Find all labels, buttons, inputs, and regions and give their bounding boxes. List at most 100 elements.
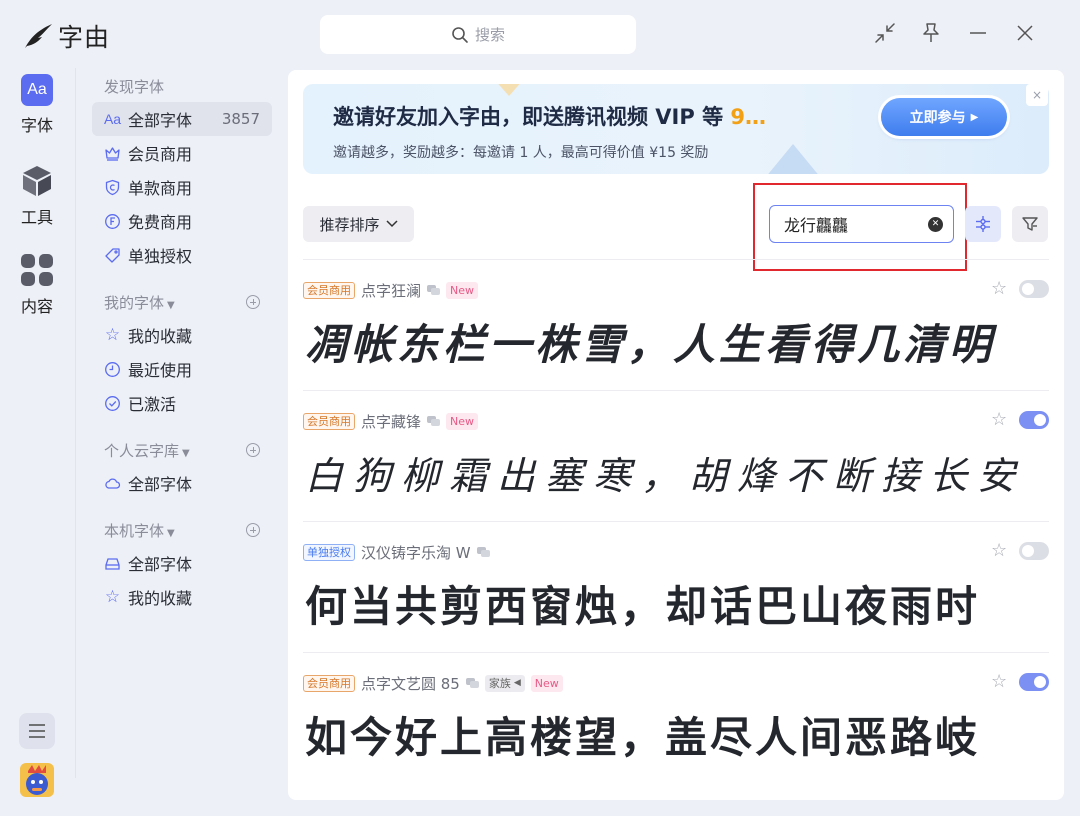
favorite-star-icon[interactable]: ☆ — [991, 409, 1007, 430]
app-name: 字由 — [58, 23, 111, 52]
sidebar-item-local-all[interactable]: 全部字体 — [92, 546, 272, 580]
sidebar-item-single-license[interactable]: 单款商用 — [92, 170, 272, 204]
caret-down-icon: ▼ — [167, 527, 175, 539]
close-window-button[interactable] — [1012, 20, 1038, 46]
add-icon[interactable] — [246, 523, 260, 537]
drive-icon — [105, 557, 120, 570]
sidebar-item-label: 已激活 — [128, 395, 177, 414]
invite-banner[interactable]: 邀请好友加入字由，即送腾讯视频 VIP 等 9… 邀请越多，奖励越多：每邀请 1… — [303, 84, 1049, 174]
play-triangle-icon: ▶ — [970, 111, 979, 123]
sidebar: 发现字体 Aa 全部字体 3857 会员商用 单款商用 免费商用 单独授权 我的… — [92, 70, 272, 614]
rail-tools[interactable]: 工具 — [12, 164, 62, 228]
cloud-icon — [105, 477, 121, 489]
sidebar-item-free[interactable]: 免费商用 — [92, 204, 272, 238]
clear-search-icon[interactable]: ✕ — [928, 216, 943, 232]
caret-down-icon: ▼ — [167, 299, 175, 311]
main-panel: 邀请好友加入字由，即送腾讯视频 VIP 等 9… 邀请越多，奖励越多：每邀请 1… — [288, 70, 1064, 800]
pin-button[interactable] — [918, 20, 944, 46]
sidebar-item-vip[interactable]: 会员商用 — [92, 136, 272, 170]
font-meta: 会员商用 点字藏锋 New — [303, 411, 479, 432]
minimize-icon — [970, 32, 986, 34]
favorite-star-icon[interactable]: ☆ — [991, 540, 1007, 561]
favorite-star-icon[interactable]: ☆ — [991, 671, 1007, 692]
sidebar-item-recent[interactable]: 最近使用 — [92, 352, 272, 386]
family-badge[interactable]: 家族 ◀ — [484, 675, 525, 692]
rail-content[interactable]: 内容 — [12, 253, 62, 317]
font-preview: 何当共剪西窗烛，却话巴山夜雨时 — [305, 582, 981, 631]
menu-button[interactable] — [19, 713, 55, 749]
sidebar-item-label: 全部字体 — [128, 475, 193, 494]
app-logo: 字由 — [22, 18, 110, 54]
font-name[interactable]: 点字狂澜 — [361, 280, 421, 301]
star-icon: ☆ — [104, 325, 121, 345]
font-name[interactable]: 点字藏锋 — [361, 411, 421, 432]
user-avatar[interactable] — [20, 763, 54, 797]
minimize-button[interactable] — [965, 20, 991, 46]
rail-label: 工具 — [20, 208, 53, 227]
font-list: 会员商用 点字狂澜 New ☆ 凋帐东栏一株雪，人生看得几清明 会员商用 点字藏… — [303, 259, 1049, 783]
sidebar-item-activated[interactable]: 已激活 — [92, 386, 272, 420]
banner-close-button[interactable]: × — [1026, 84, 1048, 106]
sort-label: 推荐排序 — [319, 215, 380, 234]
activate-toggle[interactable] — [1019, 542, 1049, 560]
check-circle-icon — [105, 395, 120, 411]
title-bar: 字由 搜索 — [0, 0, 1080, 68]
sidebar-item-label: 免费商用 — [128, 213, 193, 232]
filter-button[interactable] — [1012, 206, 1048, 242]
font-name[interactable]: 汉仪铸字乐淘 W — [361, 542, 471, 563]
sort-dropdown[interactable]: 推荐排序 — [303, 206, 414, 242]
favorite-star-icon[interactable]: ☆ — [991, 278, 1007, 299]
license-tag: 单独授权 — [303, 544, 355, 561]
banner-decoration — [493, 84, 525, 96]
activate-toggle[interactable] — [1019, 673, 1049, 691]
sidebar-item-label: 全部字体 — [128, 111, 193, 130]
sidebar-item-label: 最近使用 — [128, 361, 193, 380]
activate-toggle[interactable] — [1019, 411, 1049, 429]
quill-icon — [25, 24, 52, 48]
sidebar-item-label: 单款商用 — [128, 179, 193, 198]
sidebar-item-local-favorites[interactable]: ☆ 我的收藏 — [92, 580, 272, 614]
section-title: 发现字体 — [104, 77, 165, 96]
section-title: 本机字体 — [104, 521, 165, 540]
font-preview: 白狗柳霜出塞寒，胡烽不断接长安 — [305, 454, 1026, 498]
adjust-settings-button[interactable] — [965, 206, 1001, 242]
new-badge: New — [446, 282, 479, 299]
section-cloud[interactable]: 个人云字库 ▼ — [92, 434, 272, 466]
section-title: 个人云字库 — [104, 441, 180, 460]
font-search-input[interactable]: 龙行龘龘 ✕ — [769, 205, 954, 243]
shrink-icon — [875, 23, 895, 43]
search-placeholder: 搜索 — [474, 26, 505, 44]
font-preview: 如今好上高楼望，盖尽人间恶路岐 — [305, 713, 981, 762]
rail-fonts[interactable]: Aa 字体 — [12, 74, 62, 136]
font-row[interactable]: 会员商用 点字文艺圆 85 家族 ◀ New ☆ 如今好上高楼望，盖尽人间恶路岐 — [303, 652, 1049, 783]
global-search[interactable]: 搜索 — [320, 15, 636, 54]
clock-icon — [105, 361, 120, 377]
add-icon[interactable] — [246, 295, 260, 309]
sidebar-item-favorites[interactable]: ☆ 我的收藏 — [92, 318, 272, 352]
section-local[interactable]: 本机字体 ▼ — [92, 514, 272, 546]
sidebar-item-label: 我的收藏 — [128, 589, 193, 608]
sidebar-item-exclusive[interactable]: 单独授权 — [92, 238, 272, 272]
compact-mode-button[interactable] — [872, 20, 898, 46]
sidebar-item-all-fonts[interactable]: Aa 全部字体 3857 — [92, 102, 272, 136]
license-tag: 会员商用 — [303, 282, 355, 299]
add-icon[interactable] — [246, 443, 260, 457]
font-preview: 凋帐东栏一株雪，人生看得几清明 — [305, 320, 996, 369]
font-name[interactable]: 点字文艺圆 85 — [361, 673, 460, 694]
join-now-button[interactable]: 立即参与 ▶ — [881, 98, 1007, 136]
sidebar-item-label: 单独授权 — [128, 247, 193, 266]
new-badge: New — [446, 413, 479, 430]
section-my-fonts[interactable]: 我的字体 ▼ — [92, 286, 272, 318]
activate-toggle[interactable] — [1019, 280, 1049, 298]
sidebar-item-label: 我的收藏 — [128, 327, 193, 346]
section-title: 我的字体 — [104, 293, 165, 312]
caret-down-icon: ▼ — [182, 447, 190, 459]
banner-subtitle: 邀请越多，奖励越多：每邀请 1 人，最高可得价值 ¥15 奖励 — [333, 145, 709, 161]
banner-decoration — [765, 144, 821, 174]
filter-icon — [1022, 217, 1038, 231]
font-row[interactable]: 会员商用 点字狂澜 New ☆ 凋帐东栏一株雪，人生看得几清明 — [303, 259, 1049, 390]
font-row[interactable]: 单独授权 汉仪铸字乐淘 W ☆ 何当共剪西窗烛，却话巴山夜雨时 — [303, 521, 1049, 652]
font-row[interactable]: 会员商用 点字藏锋 New ☆ 白狗柳霜出塞寒，胡烽不断接长安 — [303, 390, 1049, 521]
new-badge: New — [530, 675, 563, 692]
sidebar-item-cloud-all[interactable]: 全部字体 — [92, 466, 272, 500]
